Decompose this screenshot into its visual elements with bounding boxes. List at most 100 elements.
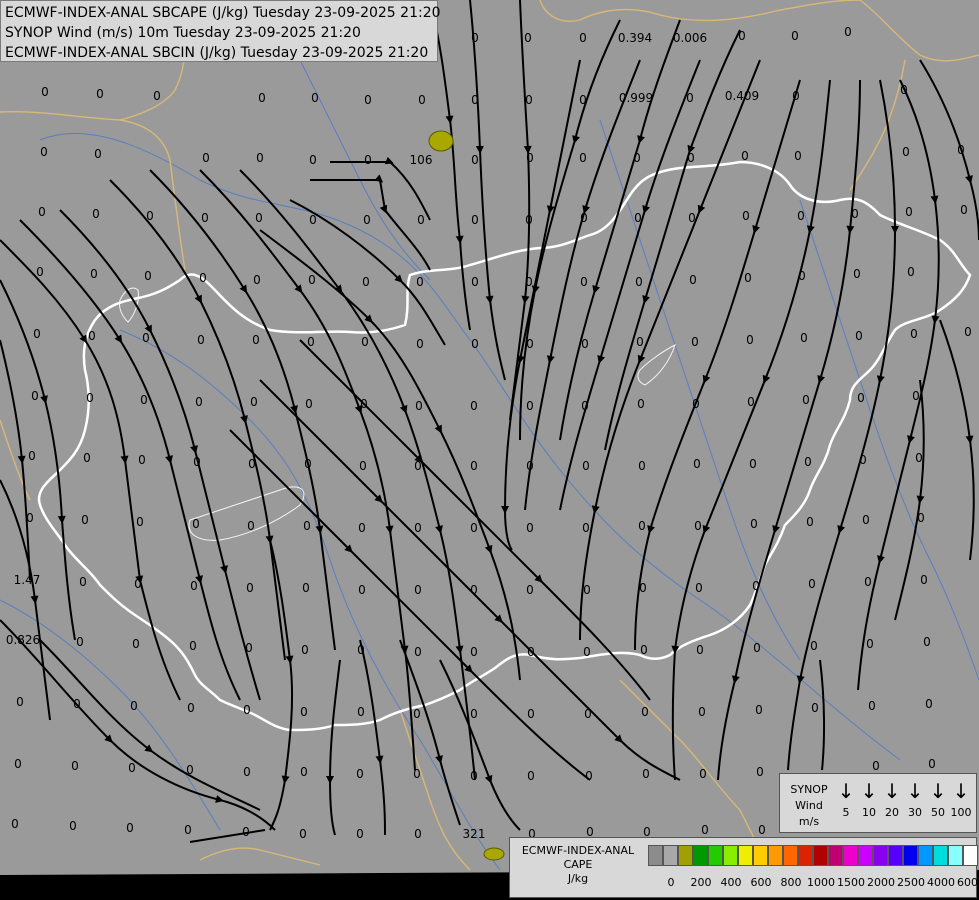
cape-value-label: 0: [471, 153, 479, 167]
cape-color-scale: [648, 845, 978, 866]
cape-value-label: 0: [144, 269, 152, 283]
cape-value-label: 0: [364, 153, 372, 167]
cape-value-label: 0: [138, 453, 146, 467]
cape-value-label: 0: [693, 457, 701, 471]
cape-value-label: 0: [634, 211, 642, 225]
cape-value-label: 0: [862, 513, 870, 527]
cape-value-label: 0: [38, 205, 46, 219]
cape-value-label: 0.409: [725, 89, 759, 103]
map-title-box: ECMWF-INDEX-ANAL SBCAPE (J/kg) Tuesday 2…: [0, 0, 441, 62]
cape-value-label: 0: [90, 267, 98, 281]
cape-color-swatch: [663, 845, 678, 866]
cape-value-label: 1.47: [14, 573, 41, 587]
wind-legend-label: 10: [862, 806, 876, 819]
wind-legend-item: ↓ 30: [904, 780, 926, 820]
cape-value-label: 0: [186, 763, 194, 777]
cape-value-label: 0: [26, 511, 34, 525]
cape-value-label: 0: [925, 697, 933, 711]
wind-legend-item: ↓ 100: [950, 780, 972, 820]
cape-value-label: 0: [525, 93, 533, 107]
cape-value-label: 0: [579, 93, 587, 107]
cape-color-swatch: [738, 845, 753, 866]
cape-value-label: 0: [638, 519, 646, 533]
wind-legend-item: ↓ 5: [835, 780, 857, 820]
cape-value-label: 0: [853, 267, 861, 281]
cape-scale-label: 400: [720, 876, 742, 889]
cape-value-label: 0: [791, 29, 799, 43]
cape-value-label: 0: [250, 395, 258, 409]
wind-legend-label: 50: [931, 806, 945, 819]
cape-value-label: 0: [917, 511, 925, 525]
cape-value-label: 0: [580, 275, 588, 289]
cape-value-label: 0: [808, 577, 816, 591]
cape-value-label: 0: [195, 395, 203, 409]
cape-value-label: 0: [358, 583, 366, 597]
cape-value-label: 0: [413, 767, 421, 781]
cape-value-label: 0: [69, 819, 77, 833]
cape-scale-label: 2000: [867, 876, 895, 889]
cape-value-label: 0: [698, 705, 706, 719]
cape-value-label: 0: [868, 699, 876, 713]
arrow-down-icon: ↓: [883, 779, 901, 803]
cape-value-label: 0: [309, 213, 317, 227]
cape-color-swatch: [843, 845, 858, 866]
cape-value-label: 0: [471, 275, 479, 289]
cape-value-label: 0: [526, 337, 534, 351]
cape-value-label: 0: [94, 147, 102, 161]
cape-value-label: 0: [920, 573, 928, 587]
cape-value-label: 0: [471, 213, 479, 227]
map-stage: 0 0 0 0 0 0.394 0.006 0 0 0 0 0 0 0 0 0 0 0 0 0 0.999 0 0.409 0…: [0, 0, 979, 900]
cape-value-label: 0: [187, 701, 195, 715]
wind-legend-label: 30: [908, 806, 922, 819]
cape-value-label: 0: [738, 29, 746, 43]
cape-scale-label: 0: [667, 876, 675, 889]
arrow-down-icon: ↓: [952, 779, 970, 803]
cape-value-label: 0: [584, 707, 592, 721]
cape-value-label: 0: [146, 209, 154, 223]
cape-value-label: 0: [356, 767, 364, 781]
cape-value-label: 0: [756, 765, 764, 779]
cape-value-label: 0: [247, 519, 255, 533]
cape-legend-title: ECMWF-INDEX-ANAL CAPE J/kg: [512, 844, 644, 886]
cape-value-label: 0: [311, 91, 319, 105]
cape-value-label: 0: [414, 521, 422, 535]
cape-value-label: 0: [413, 707, 421, 721]
cape-value-label: 0: [471, 93, 479, 107]
cape-value-label: 0: [416, 275, 424, 289]
cape-value-label: 0: [749, 457, 757, 471]
cape-value-label: 0.394: [618, 31, 652, 45]
cape-color-swatch: [723, 845, 738, 866]
cape-value-label: 106: [410, 153, 433, 167]
cape-value-label: 0: [199, 271, 207, 285]
cape-value-label: 0: [88, 329, 96, 343]
cape-color-swatch: [693, 845, 708, 866]
cape-value-label: 0: [579, 151, 587, 165]
cape-value-label: 0: [364, 93, 372, 107]
cape-value-label: 0: [581, 399, 589, 413]
cape-value-label: 0: [136, 515, 144, 529]
cape-value-label: 0: [525, 213, 533, 227]
weather-map[interactable]: 0 0 0 0 0 0.394 0.006 0 0 0 0 0 0 0 0 0 0 0 0 0 0.999 0 0.409 0…: [0, 0, 979, 900]
title-sbcape: ECMWF-INDEX-ANAL SBCAPE (J/kg) Tuesday 2…: [5, 5, 441, 21]
cape-scale-label: 1500: [837, 876, 865, 889]
cape-value-label: 0: [742, 209, 750, 223]
cape-scale-label: 2500: [897, 876, 925, 889]
cape-value-label: 0: [92, 207, 100, 221]
cape-value-label: 0: [800, 331, 808, 345]
cape-value-label: 0: [73, 697, 81, 711]
cape-value-label: 0: [184, 823, 192, 837]
cape-color-swatch: [648, 845, 663, 866]
cape-value-label: 0: [358, 521, 366, 535]
cape-value-label: 0: [851, 207, 859, 221]
cape-color-swatch: [873, 845, 888, 866]
cape-color-swatch: [813, 845, 828, 866]
wind-legend-item: ↓ 10: [858, 780, 880, 820]
cape-value-label: 0: [695, 581, 703, 595]
cape-value-label: 0: [527, 769, 535, 783]
cape-value-label: 0: [526, 399, 534, 413]
cape-value-label: 0: [140, 393, 148, 407]
cape-value-label: 0: [636, 335, 644, 349]
cape-value-label: 0: [753, 641, 761, 655]
cape-value-label: 0: [470, 583, 478, 597]
cape-value-label: 0.999: [619, 91, 653, 105]
